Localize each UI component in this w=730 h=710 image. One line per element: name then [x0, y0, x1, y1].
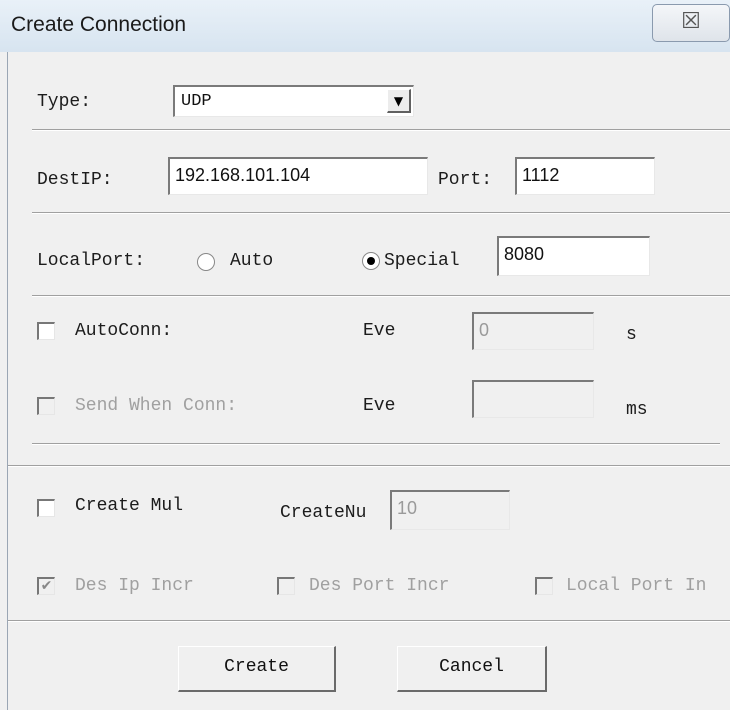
send-when-eve-label: Eve — [363, 396, 396, 416]
separator — [32, 295, 730, 297]
type-label: Type: — [37, 92, 92, 112]
local-port-label: LocalPort: — [37, 251, 146, 271]
des-ip-incr-checkbox[interactable]: ✔ — [37, 577, 55, 595]
special-radio[interactable] — [362, 252, 380, 270]
separator — [32, 212, 730, 214]
send-when-interval-input[interactable] — [472, 380, 594, 418]
separator — [32, 443, 720, 445]
radio-dot-icon — [367, 257, 375, 265]
des-ip-incr-label: Des Ip Incr — [75, 576, 194, 596]
local-port-incr-checkbox[interactable] — [535, 577, 553, 595]
send-when-conn-checkbox[interactable] — [37, 397, 55, 415]
des-port-incr-label: Des Port Incr — [309, 576, 450, 596]
close-icon: ☒ — [681, 9, 701, 34]
title-bar: Create Connection ☒ — [0, 0, 730, 52]
local-port-input[interactable]: 8080 — [497, 236, 650, 276]
separator — [8, 620, 730, 622]
dest-ip-label: DestIP: — [37, 170, 113, 190]
create-mul-label: Create Mul — [75, 496, 184, 516]
local-port-incr-label: Local Port In — [566, 576, 707, 596]
create-count-input[interactable]: 10 — [390, 490, 510, 530]
auto-conn-checkbox[interactable] — [37, 322, 55, 340]
send-when-conn-label: Send When Conn: — [75, 396, 238, 416]
send-when-unit: ms — [626, 400, 648, 420]
des-port-incr-checkbox[interactable] — [277, 577, 295, 595]
separator — [32, 129, 730, 131]
type-select-value: UDP — [181, 92, 212, 111]
type-select[interactable]: UDP ▼ — [173, 85, 414, 117]
auto-conn-eve-label: Eve — [363, 321, 396, 341]
auto-conn-label: AutoConn: — [75, 321, 173, 341]
special-radio-label: Special — [384, 251, 460, 271]
auto-radio[interactable] — [197, 253, 215, 271]
auto-conn-interval-input[interactable]: 0 — [472, 312, 594, 350]
port-label: Port: — [438, 170, 493, 190]
window-title: Create Connection — [11, 13, 187, 36]
close-button[interactable]: ☒ — [652, 4, 730, 42]
create-mul-checkbox[interactable] — [37, 499, 55, 517]
port-input[interactable]: 1112 — [515, 157, 655, 195]
dest-ip-input[interactable]: 192.168.101.104 — [168, 157, 428, 195]
separator — [8, 465, 730, 467]
auto-radio-label: Auto — [230, 251, 274, 271]
chevron-down-icon[interactable]: ▼ — [387, 89, 411, 113]
dialog-body — [7, 52, 730, 710]
create-count-label: CreateNu — [280, 503, 367, 523]
create-button[interactable]: Create — [178, 646, 336, 692]
cancel-button[interactable]: Cancel — [397, 646, 547, 692]
auto-conn-unit: s — [626, 325, 637, 345]
